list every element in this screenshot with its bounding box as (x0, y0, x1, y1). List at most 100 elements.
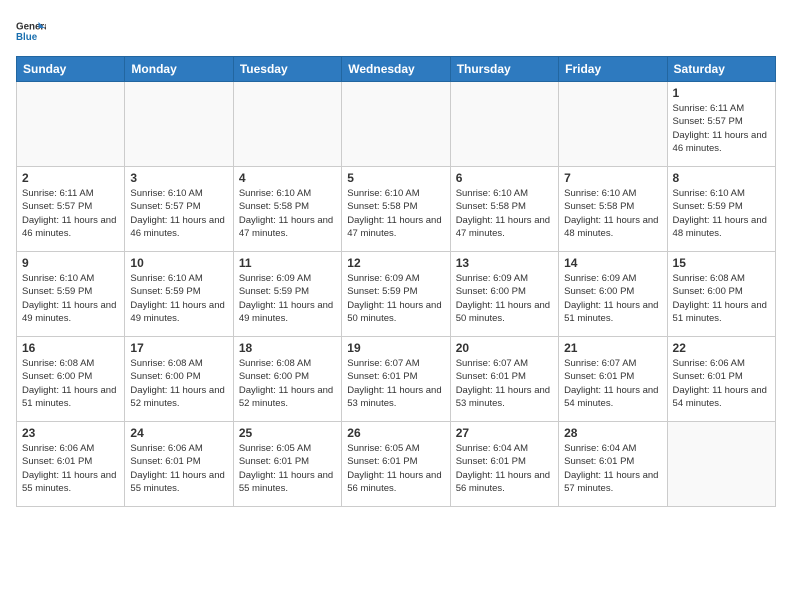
calendar-cell: 18 Sunrise: 6:08 AM Sunset: 6:00 PM Dayli… (233, 337, 341, 422)
day-number: 26 (347, 426, 444, 440)
day-number: 1 (673, 86, 770, 100)
calendar-cell (233, 82, 341, 167)
day-info: Sunrise: 6:04 AM Sunset: 6:01 PM Dayligh… (456, 442, 553, 495)
day-number: 3 (130, 171, 227, 185)
day-number: 6 (456, 171, 553, 185)
day-info: Sunrise: 6:06 AM Sunset: 6:01 PM Dayligh… (130, 442, 227, 495)
calendar-cell (125, 82, 233, 167)
day-number: 15 (673, 256, 770, 270)
calendar-cell: 26 Sunrise: 6:05 AM Sunset: 6:01 PM Dayli… (342, 422, 450, 507)
day-info: Sunrise: 6:07 AM Sunset: 6:01 PM Dayligh… (456, 357, 553, 410)
day-number: 16 (22, 341, 119, 355)
calendar-cell: 15 Sunrise: 6:08 AM Sunset: 6:00 PM Dayli… (667, 252, 775, 337)
day-info: Sunrise: 6:05 AM Sunset: 6:01 PM Dayligh… (239, 442, 336, 495)
day-number: 14 (564, 256, 661, 270)
calendar-cell (450, 82, 558, 167)
day-number: 10 (130, 256, 227, 270)
day-number: 27 (456, 426, 553, 440)
day-info: Sunrise: 6:09 AM Sunset: 6:00 PM Dayligh… (456, 272, 553, 325)
calendar-cell: 7 Sunrise: 6:10 AM Sunset: 5:58 PM Daylig… (559, 167, 667, 252)
week-row-4: 16 Sunrise: 6:08 AM Sunset: 6:00 PM Dayli… (17, 337, 776, 422)
day-number: 24 (130, 426, 227, 440)
day-header-thursday: Thursday (450, 57, 558, 82)
day-info: Sunrise: 6:10 AM Sunset: 5:57 PM Dayligh… (130, 187, 227, 240)
calendar-cell: 13 Sunrise: 6:09 AM Sunset: 6:00 PM Dayli… (450, 252, 558, 337)
day-number: 20 (456, 341, 553, 355)
svg-text:Blue: Blue (16, 32, 38, 43)
calendar-cell: 24 Sunrise: 6:06 AM Sunset: 6:01 PM Dayli… (125, 422, 233, 507)
calendar-cell: 28 Sunrise: 6:04 AM Sunset: 6:01 PM Dayli… (559, 422, 667, 507)
day-info: Sunrise: 6:09 AM Sunset: 5:59 PM Dayligh… (347, 272, 444, 325)
day-info: Sunrise: 6:10 AM Sunset: 5:59 PM Dayligh… (673, 187, 770, 240)
calendar-cell (342, 82, 450, 167)
day-number: 2 (22, 171, 119, 185)
calendar-cell: 22 Sunrise: 6:06 AM Sunset: 6:01 PM Dayli… (667, 337, 775, 422)
day-info: Sunrise: 6:10 AM Sunset: 5:58 PM Dayligh… (456, 187, 553, 240)
day-info: Sunrise: 6:10 AM Sunset: 5:58 PM Dayligh… (564, 187, 661, 240)
day-info: Sunrise: 6:10 AM Sunset: 5:59 PM Dayligh… (22, 272, 119, 325)
day-info: Sunrise: 6:07 AM Sunset: 6:01 PM Dayligh… (564, 357, 661, 410)
calendar-cell: 19 Sunrise: 6:07 AM Sunset: 6:01 PM Dayli… (342, 337, 450, 422)
day-number: 11 (239, 256, 336, 270)
calendar-cell: 14 Sunrise: 6:09 AM Sunset: 6:00 PM Dayli… (559, 252, 667, 337)
calendar-cell: 27 Sunrise: 6:04 AM Sunset: 6:01 PM Dayli… (450, 422, 558, 507)
week-row-3: 9 Sunrise: 6:10 AM Sunset: 5:59 PM Daylig… (17, 252, 776, 337)
calendar-cell (667, 422, 775, 507)
day-number: 18 (239, 341, 336, 355)
day-info: Sunrise: 6:08 AM Sunset: 6:00 PM Dayligh… (239, 357, 336, 410)
calendar-cell: 21 Sunrise: 6:07 AM Sunset: 6:01 PM Dayli… (559, 337, 667, 422)
day-number: 25 (239, 426, 336, 440)
day-number: 28 (564, 426, 661, 440)
calendar-cell (559, 82, 667, 167)
calendar-cell: 6 Sunrise: 6:10 AM Sunset: 5:58 PM Daylig… (450, 167, 558, 252)
calendar-cell: 12 Sunrise: 6:09 AM Sunset: 5:59 PM Dayli… (342, 252, 450, 337)
page-header: General Blue (16, 16, 776, 46)
day-header-saturday: Saturday (667, 57, 775, 82)
day-number: 12 (347, 256, 444, 270)
day-info: Sunrise: 6:04 AM Sunset: 6:01 PM Dayligh… (564, 442, 661, 495)
day-number: 17 (130, 341, 227, 355)
day-number: 7 (564, 171, 661, 185)
calendar-cell: 5Sunrise: 6:10 AM Sunset: 5:58 PM Daylig… (342, 167, 450, 252)
calendar-cell (17, 82, 125, 167)
day-number: 4 (239, 171, 336, 185)
day-info: Sunrise: 6:09 AM Sunset: 6:00 PM Dayligh… (564, 272, 661, 325)
calendar-cell: 2 Sunrise: 6:11 AM Sunset: 5:57 PM Daylig… (17, 167, 125, 252)
day-number: 19 (347, 341, 444, 355)
day-header-monday: Monday (125, 57, 233, 82)
logo: General Blue (16, 16, 50, 46)
calendar-cell: 17 Sunrise: 6:08 AM Sunset: 6:00 PM Dayli… (125, 337, 233, 422)
day-info: Sunrise: 6:08 AM Sunset: 6:00 PM Dayligh… (130, 357, 227, 410)
day-number: 21 (564, 341, 661, 355)
day-number: 13 (456, 256, 553, 270)
week-row-2: 2 Sunrise: 6:11 AM Sunset: 5:57 PM Daylig… (17, 167, 776, 252)
week-row-5: 23 Sunrise: 6:06 AM Sunset: 6:01 PM Dayli… (17, 422, 776, 507)
day-header-friday: Friday (559, 57, 667, 82)
day-info: Sunrise: 6:08 AM Sunset: 6:00 PM Dayligh… (22, 357, 119, 410)
day-info: Sunrise: 6:08 AM Sunset: 6:00 PM Dayligh… (673, 272, 770, 325)
calendar-cell: 1Sunrise: 6:11 AM Sunset: 5:57 PM Daylig… (667, 82, 775, 167)
calendar-cell: 16 Sunrise: 6:08 AM Sunset: 6:00 PM Dayli… (17, 337, 125, 422)
day-info: Sunrise: 6:07 AM Sunset: 6:01 PM Dayligh… (347, 357, 444, 410)
day-header-sunday: Sunday (17, 57, 125, 82)
day-info: Sunrise: 6:09 AM Sunset: 5:59 PM Dayligh… (239, 272, 336, 325)
day-number: 23 (22, 426, 119, 440)
day-info: Sunrise: 6:05 AM Sunset: 6:01 PM Dayligh… (347, 442, 444, 495)
day-number: 22 (673, 341, 770, 355)
day-info: Sunrise: 6:11 AM Sunset: 5:57 PM Dayligh… (22, 187, 119, 240)
day-number: 9 (22, 256, 119, 270)
day-info: Sunrise: 6:10 AM Sunset: 5:59 PM Dayligh… (130, 272, 227, 325)
day-header-wednesday: Wednesday (342, 57, 450, 82)
day-info: Sunrise: 6:06 AM Sunset: 6:01 PM Dayligh… (673, 357, 770, 410)
calendar-cell: 9 Sunrise: 6:10 AM Sunset: 5:59 PM Daylig… (17, 252, 125, 337)
calendar-cell: 3 Sunrise: 6:10 AM Sunset: 5:57 PM Daylig… (125, 167, 233, 252)
calendar: SundayMondayTuesdayWednesdayThursdayFrid… (16, 56, 776, 507)
calendar-cell: 4 Sunrise: 6:10 AM Sunset: 5:58 PM Daylig… (233, 167, 341, 252)
day-number: 8 (673, 171, 770, 185)
day-info: Sunrise: 6:06 AM Sunset: 6:01 PM Dayligh… (22, 442, 119, 495)
calendar-header-row: SundayMondayTuesdayWednesdayThursdayFrid… (17, 57, 776, 82)
calendar-cell: 25 Sunrise: 6:05 AM Sunset: 6:01 PM Dayli… (233, 422, 341, 507)
calendar-cell: 20 Sunrise: 6:07 AM Sunset: 6:01 PM Dayli… (450, 337, 558, 422)
day-info: Sunrise: 6:10 AM Sunset: 5:58 PM Dayligh… (239, 187, 336, 240)
week-row-1: 1Sunrise: 6:11 AM Sunset: 5:57 PM Daylig… (17, 82, 776, 167)
